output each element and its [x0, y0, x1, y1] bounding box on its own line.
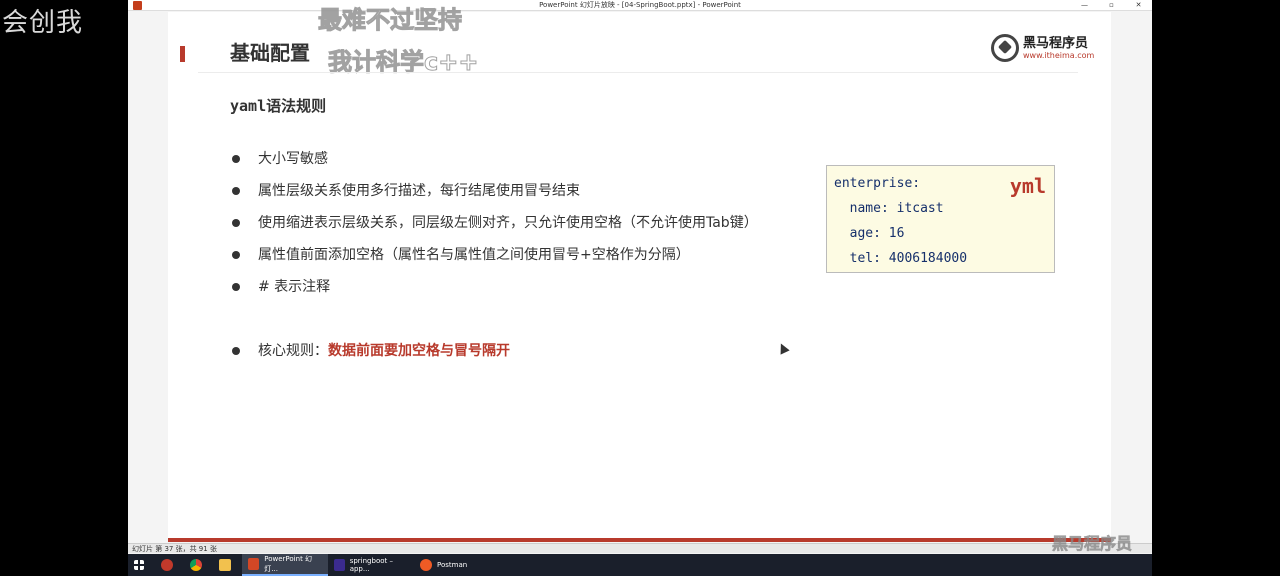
header-divider: [198, 72, 1078, 73]
folder-icon: [219, 559, 231, 571]
chrome-icon: [190, 559, 202, 571]
minimize-button[interactable]: —: [1071, 0, 1098, 11]
powerpoint-icon: [248, 558, 260, 570]
subtitle-code: yaml: [230, 97, 267, 115]
logo-url: www.itheima.com: [1023, 51, 1095, 60]
taskbar-app-intellij[interactable]: springboot – app...: [328, 554, 414, 576]
yaml-code-box: yml enterprise: name: itcast age: 16 tel…: [826, 165, 1055, 273]
bullet-item: # 表示注释: [230, 276, 830, 308]
key-rule-highlight: 数据前面要加空格与冒号隔开: [328, 343, 510, 359]
gear-app-icon: [161, 559, 173, 571]
bullet-list: 大小写敏感 属性层级关系使用多行描述，每行结尾使用冒号结束 使用缩进表示层级关系…: [230, 148, 830, 372]
logo-brand: 黑马程序员: [1023, 36, 1089, 51]
section-subtitle: yaml语法规则: [230, 95, 326, 116]
taskbar-pin-chrome[interactable]: [184, 554, 213, 576]
code-language-tag: yml: [1009, 174, 1046, 198]
logo-mark-icon: [991, 34, 1019, 62]
bullet-item: 属性层级关系使用多行描述，每行结尾使用冒号结束: [230, 180, 830, 212]
bullet-item: 大小写敏感: [230, 148, 830, 180]
key-rule-item: 核心规则：数据前面要加空格与冒号隔开: [230, 340, 830, 372]
taskbar-pin-gear[interactable]: [155, 554, 184, 576]
intellij-icon: [334, 559, 345, 571]
overlay-watermark-3: 黑马程序员: [1051, 534, 1133, 554]
powerpoint-window: PowerPoint 幻灯片放映 - [04-SpringBoot.pptx] …: [128, 0, 1152, 576]
code-line: age: 16: [834, 226, 905, 241]
taskbar-app-label: Postman: [437, 561, 468, 569]
bullet-item: 属性值前面添加空格（属性名与属性值之间使用冒号+空格作为分隔）: [230, 244, 830, 276]
restore-button[interactable]: ▫: [1098, 0, 1125, 11]
taskbar-app-label: springboot – app...: [349, 557, 393, 573]
bullet-item: 使用缩进表示层级关系，同层级左侧对齐，只允许使用空格（不允许使用Tab键）: [230, 212, 830, 244]
key-rule-label: 核心规则：: [258, 343, 328, 359]
overlay-watermark-left: 会创我: [2, 8, 84, 38]
slide-counter: 幻灯片 第 37 张，共 91 张: [132, 545, 217, 553]
code-line: tel: 4006184000: [834, 251, 968, 266]
start-button[interactable]: [128, 554, 155, 576]
taskbar-pin-explorer[interactable]: [213, 554, 242, 576]
status-bar: 幻灯片 第 37 张，共 91 张 黑马程序员: [128, 534, 1152, 553]
taskbar-app-powerpoint[interactable]: PowerPoint 幻灯...: [242, 554, 328, 576]
title-accent-bar: [180, 46, 185, 62]
slide-canvas[interactable]: 基础配置 最难不过坚持 我计科学c++ 黑马程序员 www.itheima.co…: [168, 6, 1111, 542]
brand-logo: 黑马程序员 www.itheima.com: [991, 34, 1094, 62]
subtitle-text: 语法规则: [266, 97, 327, 115]
windows-icon: [134, 560, 144, 570]
close-button[interactable]: ✕: [1125, 0, 1152, 11]
taskbar-app-label: PowerPoint 幻灯...: [264, 555, 313, 573]
code-line: name: itcast: [834, 201, 944, 216]
slide-title: 基础配置: [230, 41, 310, 65]
postman-icon: [420, 559, 432, 571]
slide-bottom-bar: [168, 538, 1111, 542]
title-bar: PowerPoint 幻灯片放映 - [04-SpringBoot.pptx] …: [128, 0, 1152, 11]
overlay-watermark-1: 最难不过坚持: [318, 6, 463, 35]
taskbar-app-postman[interactable]: Postman: [414, 554, 500, 576]
window-title: PowerPoint 幻灯片放映 - [04-SpringBoot.pptx] …: [539, 1, 741, 9]
taskbar: PowerPoint 幻灯... springboot – app... Pos…: [128, 554, 1152, 576]
